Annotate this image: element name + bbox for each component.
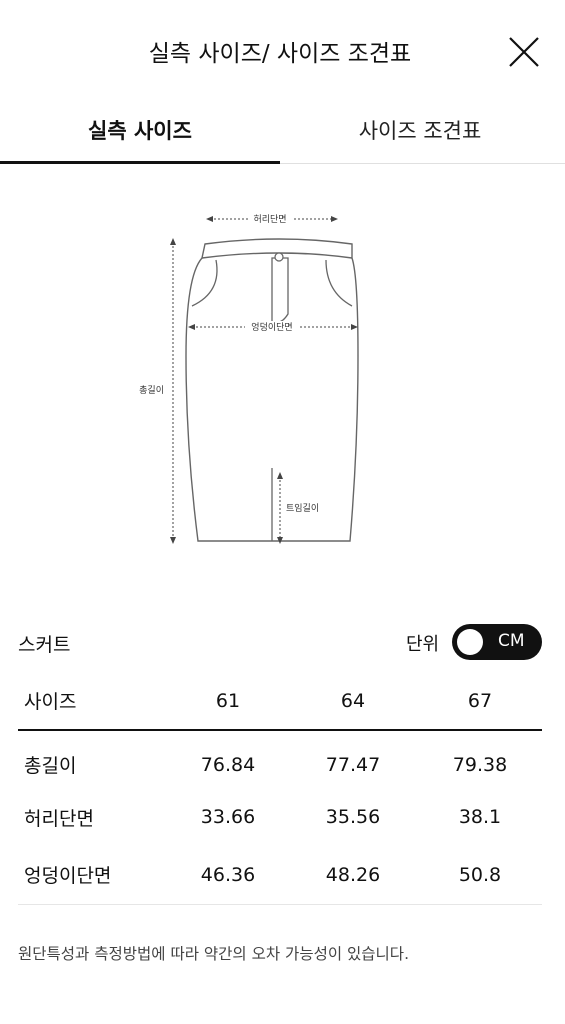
- table-row-label: 총길이: [24, 755, 77, 777]
- table-cell: 79.38: [452, 753, 508, 776]
- close-button[interactable]: [506, 34, 542, 70]
- table-header-cell: 64: [288, 672, 418, 731]
- size-table: 사이즈 61 64 67 총길이 76.84 77.47 79.38 허리단면 …: [18, 672, 542, 905]
- tab-size-chart[interactable]: 사이즈 조견표: [280, 100, 560, 164]
- product-unit-row: 스커트 단위 CM: [18, 624, 542, 660]
- table-cell: 35.56: [325, 806, 381, 828]
- toggle-knob: [457, 629, 483, 655]
- unit-value: CM: [498, 631, 525, 651]
- product-name: 스커트: [18, 634, 71, 656]
- waist-label: 허리단면: [253, 214, 286, 225]
- waist-button: [274, 252, 284, 262]
- table-header-cell: 67: [418, 672, 542, 731]
- tab-bar: 실측 사이즈 사이즈 조견표: [0, 100, 565, 164]
- tab-actual-size[interactable]: 실측 사이즈: [0, 100, 280, 164]
- length-label: 총길이: [139, 385, 164, 396]
- table-cell: 50.8: [418, 846, 542, 905]
- table-header-row: 사이즈 61 64 67: [18, 672, 542, 731]
- unit-toggle[interactable]: CM: [452, 624, 542, 660]
- table-cell: 77.47: [325, 753, 381, 776]
- table-cell: 46.36: [168, 846, 288, 905]
- table-row-label: 엉덩이단면: [18, 846, 168, 905]
- close-icon: [509, 37, 539, 67]
- hip-label: 엉덩이단면: [251, 321, 292, 333]
- table-header-cell: 61: [168, 672, 288, 731]
- table-row: 총길이 76.84 77.47 79.38: [18, 730, 542, 788]
- table-cell: 38.1: [458, 806, 502, 828]
- unit-label: 단위: [406, 634, 440, 655]
- skirt-measurement-diagram: 허리단면 엉덩이단면 총길이 트임길이: [120, 196, 410, 562]
- measurement-notice: 원단특성과 측정방법에 따라 약간의 오차 가능성이 있습니다.: [18, 945, 409, 963]
- table-cell: 76.84: [200, 753, 256, 776]
- table-cell: 33.66: [200, 806, 256, 828]
- table-row: 허리단면 33.66 35.56 38.1: [18, 788, 542, 846]
- table-row-label: 허리단면: [24, 807, 94, 830]
- slit-label: 트임길이: [286, 502, 319, 514]
- page-title: 실측 사이즈/ 사이즈 조견표: [148, 41, 412, 67]
- header: 실측 사이즈/ 사이즈 조견표: [0, 0, 565, 100]
- table-cell: 48.26: [288, 846, 418, 905]
- table-row: 엉덩이단면 46.36 48.26 50.8: [18, 846, 542, 905]
- table-header-cell: 사이즈: [18, 672, 168, 731]
